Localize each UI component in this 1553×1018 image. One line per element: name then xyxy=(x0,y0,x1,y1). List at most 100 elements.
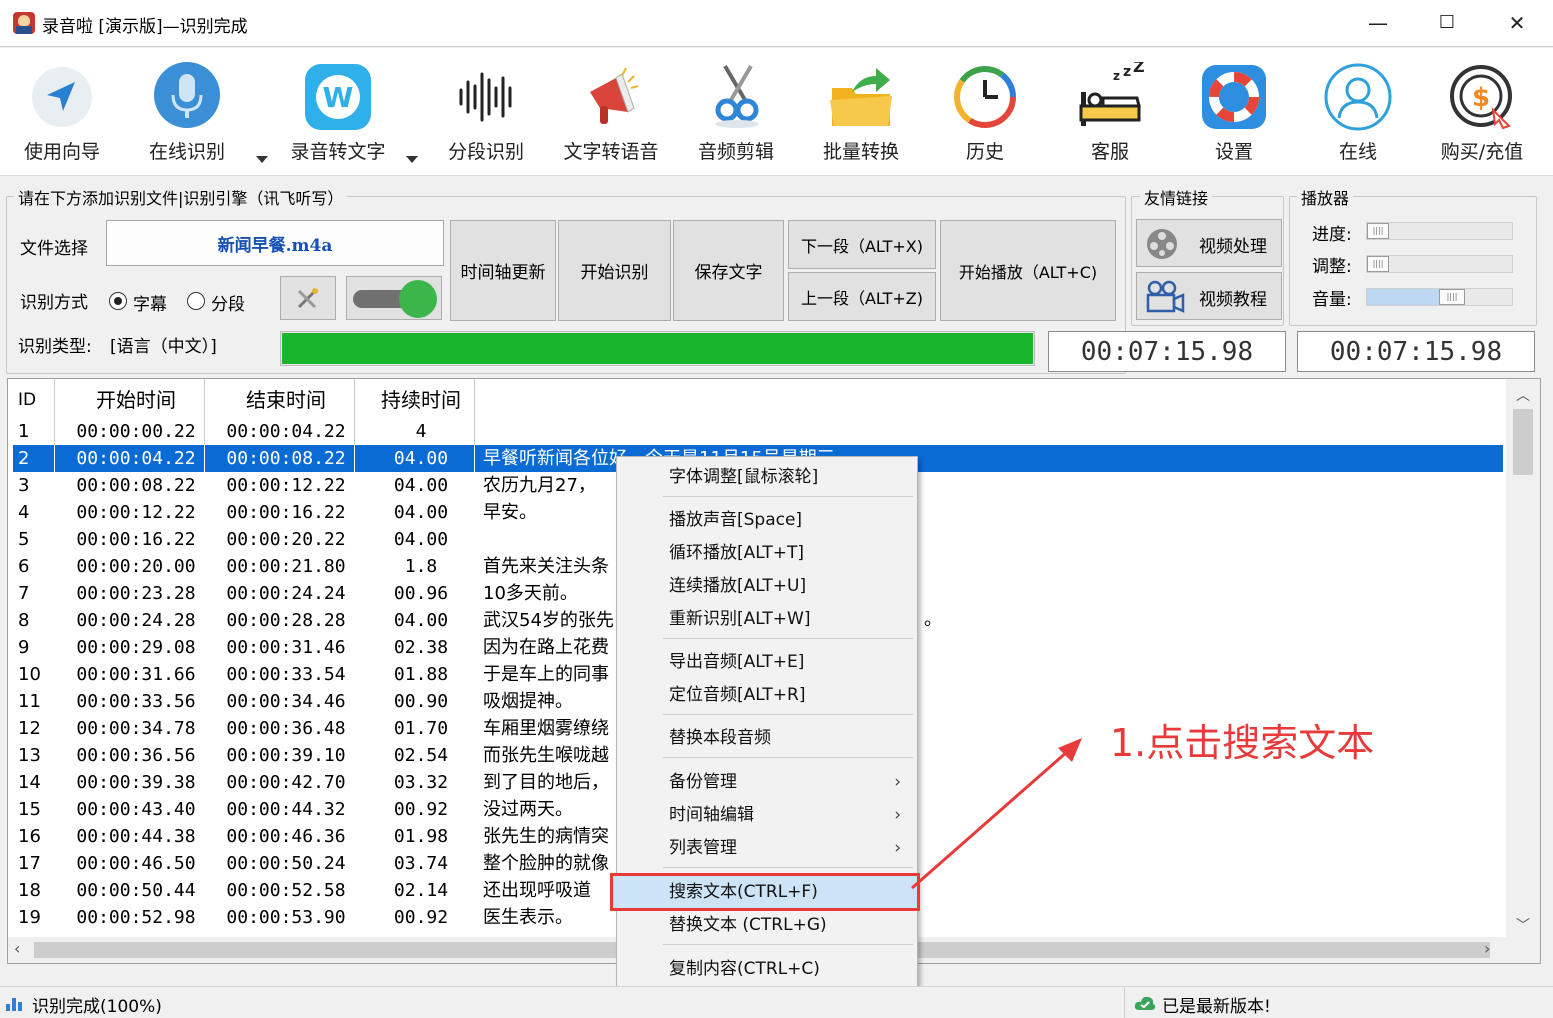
menu-item-backup-manage[interactable]: 备份管理 › xyxy=(617,767,917,797)
scroll-down-icon[interactable]: ﹀ xyxy=(1516,915,1530,935)
scroll-up-icon[interactable]: ︿ xyxy=(1516,385,1530,405)
menu-separator xyxy=(663,867,913,868)
maximize-button[interactable]: ☐ xyxy=(1412,0,1482,46)
minimize-button[interactable]: — xyxy=(1343,0,1413,46)
toolbar-support-button[interactable]: z z Z 客服 xyxy=(1050,48,1170,176)
toolbar-audio-edit-button[interactable]: 音频剪辑 xyxy=(676,48,796,176)
cell-id: 17 xyxy=(18,853,41,874)
next-segment-button[interactable]: 下一段（ALT+X) xyxy=(788,220,936,269)
menu-item-continuous-play[interactable]: 连续播放[ALT+U] xyxy=(617,571,917,601)
menu-item-label: 连续播放[ALT+U] xyxy=(669,576,807,596)
slider-thumb[interactable]: |||| xyxy=(1367,256,1389,272)
progress-slider[interactable]: |||| xyxy=(1366,222,1513,240)
cell-start-time: 00:00:36.56 xyxy=(76,745,196,766)
cell-end-time: 00:00:16.22 xyxy=(226,502,346,523)
menu-item-copy-content[interactable]: 复制内容(CTRL+C) xyxy=(617,954,917,984)
prev-segment-button[interactable]: 上一段（ALT+Z) xyxy=(788,272,936,321)
window-title: 录音啦 [演示版]—识别完成 xyxy=(42,17,248,37)
user-circle-icon xyxy=(1324,63,1392,131)
svg-text:z: z xyxy=(1123,64,1131,80)
dollar-coin-icon: $ xyxy=(1450,65,1512,130)
mode-segment-radio[interactable]: 分段 xyxy=(187,290,267,315)
svg-text:Z: Z xyxy=(1133,62,1145,76)
online-recognize-dropdown-icon[interactable] xyxy=(256,156,268,163)
slider-thumb[interactable]: |||| xyxy=(1439,289,1465,305)
scroll-left-icon[interactable]: ‹ xyxy=(14,939,20,958)
timeline-update-button[interactable]: 时间轴更新 xyxy=(450,220,556,321)
cell-end-time: 00:00:52.58 xyxy=(226,880,346,901)
toolbar-audio-to-text-button[interactable]: W 录音转文字 xyxy=(278,48,398,176)
annotation-text: 1.点击搜索文本 xyxy=(1110,721,1375,765)
menu-item-export-audio[interactable]: 导出音频[ALT+E] xyxy=(617,647,917,677)
menu-item-label: 导出音频[ALT+E] xyxy=(669,652,805,672)
cell-id: 18 xyxy=(18,880,41,901)
cell-end-time: 00:00:20.22 xyxy=(226,529,346,550)
cell-end-time: 00:00:53.90 xyxy=(226,907,346,928)
player-panel-title: 播放器 xyxy=(1297,185,1354,209)
toolbar-batch-convert-button[interactable]: 批量转换 xyxy=(801,48,921,176)
app-logo-icon xyxy=(13,12,35,34)
header-start-time[interactable]: 开始时间 xyxy=(61,385,211,415)
menu-item-loop-play[interactable]: 循环播放[ALT+T] xyxy=(617,538,917,568)
cell-id: 9 xyxy=(18,637,30,658)
status-bar: 识别完成(100%) 已是最新版本! xyxy=(0,986,1553,1018)
cell-duration: 03.74 xyxy=(393,853,449,874)
mode-toggle-switch[interactable] xyxy=(346,276,442,320)
progress-slider-label: 进度: xyxy=(1312,225,1352,245)
magic-tool-button[interactable] xyxy=(280,276,336,320)
menu-item-replace-text[interactable]: 替换文本 (CTRL+G) xyxy=(617,910,917,940)
start-recognition-button[interactable]: 开始识别 xyxy=(558,220,671,321)
toolbar-history-button[interactable]: 历史 xyxy=(925,48,1045,176)
start-playback-button[interactable]: 开始播放（ALT+C) xyxy=(940,220,1116,321)
cell-duration: 01.70 xyxy=(393,718,449,739)
toolbar-online-recognize-button[interactable]: 在线识别 xyxy=(127,48,247,176)
scroll-thumb[interactable] xyxy=(1513,409,1533,475)
mode-subtitle-radio[interactable]: 字幕 xyxy=(109,290,189,315)
menu-item-replace-segment-audio[interactable]: 替换本段音频 xyxy=(617,723,917,753)
header-end-time[interactable]: 结束时间 xyxy=(211,385,361,415)
toolbar-text-to-speech-button[interactable]: 文字转语音 xyxy=(551,48,671,176)
cell-id: 5 xyxy=(18,529,30,550)
cell-duration: 04.00 xyxy=(393,610,449,631)
menu-item-play-sound[interactable]: 播放声音[Space] xyxy=(617,505,917,535)
save-text-button[interactable]: 保存文字 xyxy=(673,220,784,321)
adjust-slider[interactable]: |||| xyxy=(1366,255,1513,273)
video-process-button[interactable]: 视频处理 xyxy=(1136,219,1282,267)
header-duration[interactable]: 持续时间 xyxy=(361,385,481,415)
volume-slider[interactable]: |||| xyxy=(1366,288,1513,306)
menu-item-font-adjust[interactable]: 字体调整[鼠标滚轮] xyxy=(617,462,917,492)
close-button[interactable]: ✕ xyxy=(1482,0,1552,46)
version-status: 已是最新版本! xyxy=(1162,997,1271,1017)
menu-item-timeline-edit[interactable]: 时间轴编辑 › xyxy=(617,800,917,830)
folder-arrow-icon xyxy=(830,68,892,126)
slider-thumb[interactable]: |||| xyxy=(1367,223,1389,239)
cell-start-time: 00:00:39.38 xyxy=(76,772,196,793)
header-id[interactable]: ID xyxy=(18,385,58,415)
app-window: 录音啦 [演示版]—识别完成 — ☐ ✕ 使用向导 在线识别 W 录音转文字 分… xyxy=(0,0,1553,1018)
cell-duration: 00.92 xyxy=(393,799,449,820)
menu-item-search-text[interactable]: 搜索文本(CTRL+F) xyxy=(610,873,920,911)
film-reel-icon xyxy=(1147,229,1177,259)
menu-separator xyxy=(663,496,913,497)
sleeping-bed-icon: z z Z xyxy=(1079,62,1145,126)
video-tutorial-button[interactable]: 视频教程 xyxy=(1136,272,1282,320)
radio-unchecked-icon xyxy=(187,292,205,310)
toolbar-online-button[interactable]: 在线 xyxy=(1298,48,1418,176)
waveform-icon xyxy=(459,72,512,122)
toolbar-purchase-button[interactable]: $ 购买/充值 xyxy=(1422,48,1542,176)
menu-item-list-manage[interactable]: 列表管理 › xyxy=(617,833,917,863)
svg-text:$: $ xyxy=(1472,83,1490,113)
toolbar-guide-button[interactable]: 使用向导 xyxy=(2,48,122,176)
table-row[interactable]: 1 00:00:00.22 00:00:04.22 4 xyxy=(13,418,1503,445)
menu-item-label: 定位音频[ALT+R] xyxy=(669,685,806,705)
audio-to-text-dropdown-icon[interactable] xyxy=(406,156,418,163)
toolbar-settings-button[interactable]: 设置 xyxy=(1174,48,1294,176)
cell-start-time: 00:00:34.78 xyxy=(76,718,196,739)
file-select-button[interactable]: 新闻早餐.m4a xyxy=(106,220,444,266)
scroll-right-icon[interactable]: › xyxy=(1484,939,1490,958)
bar-chart-icon xyxy=(6,998,22,1011)
menu-item-locate-audio[interactable]: 定位音频[ALT+R] xyxy=(617,680,917,710)
toolbar-segment-recognize-button[interactable]: 分段识别 xyxy=(426,48,546,176)
vertical-scrollbar[interactable]: ︿ ﹀ xyxy=(1506,379,1540,939)
menu-item-re-recognize[interactable]: 重新识别[ALT+W] xyxy=(617,604,917,634)
